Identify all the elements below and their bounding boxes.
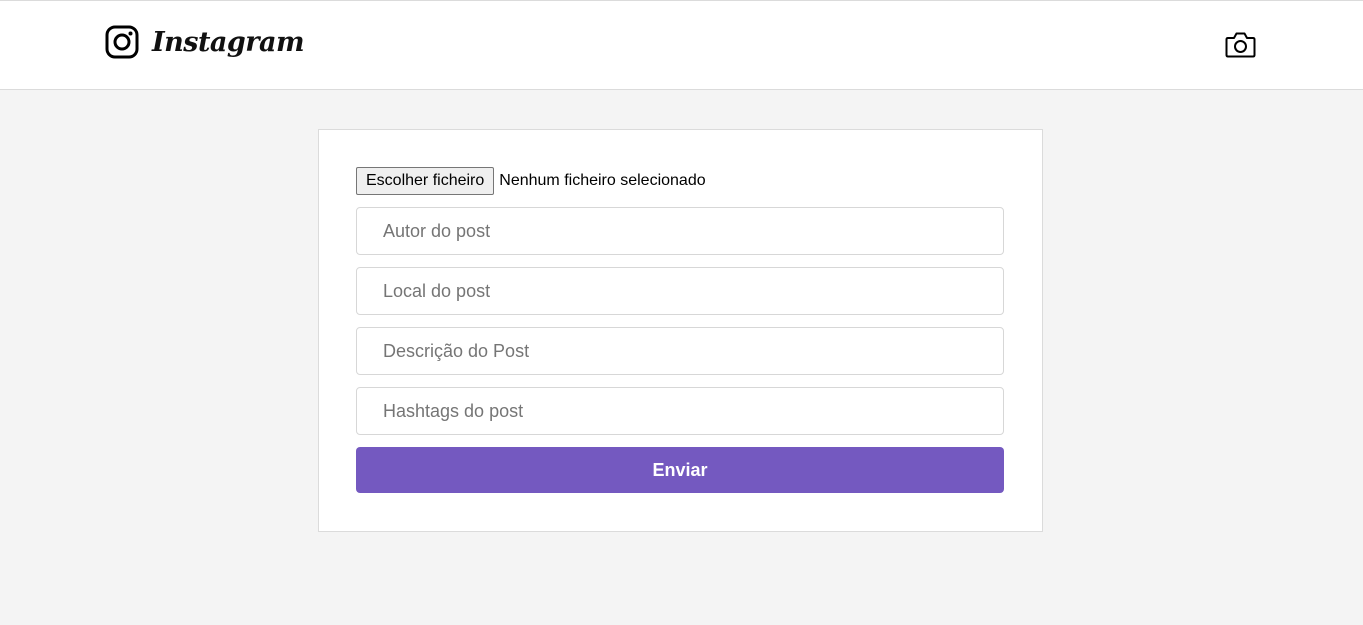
choose-file-button[interactable]: Escolher ficheiro xyxy=(356,167,495,195)
brand-logo[interactable]: Instagram xyxy=(105,25,305,59)
post-location-input[interactable] xyxy=(356,267,1004,315)
submit-button[interactable]: Enviar xyxy=(356,447,1004,493)
top-navbar: Instagram xyxy=(0,0,1363,90)
post-description-input[interactable] xyxy=(356,327,1004,375)
new-post-form-card: Escolher ficheiro Nenhum ficheiro seleci… xyxy=(318,129,1043,532)
camera-button[interactable] xyxy=(1225,30,1256,59)
file-status-text: Nenhum ficheiro selecionado xyxy=(499,172,706,189)
file-upload: Escolher ficheiro Nenhum ficheiro seleci… xyxy=(356,167,706,195)
post-author-input[interactable] xyxy=(356,207,1004,255)
post-hashtags-input[interactable] xyxy=(356,387,1004,435)
instagram-logo-icon xyxy=(105,25,139,59)
brand-name: Instagram xyxy=(152,27,305,58)
camera-icon xyxy=(1225,32,1256,58)
